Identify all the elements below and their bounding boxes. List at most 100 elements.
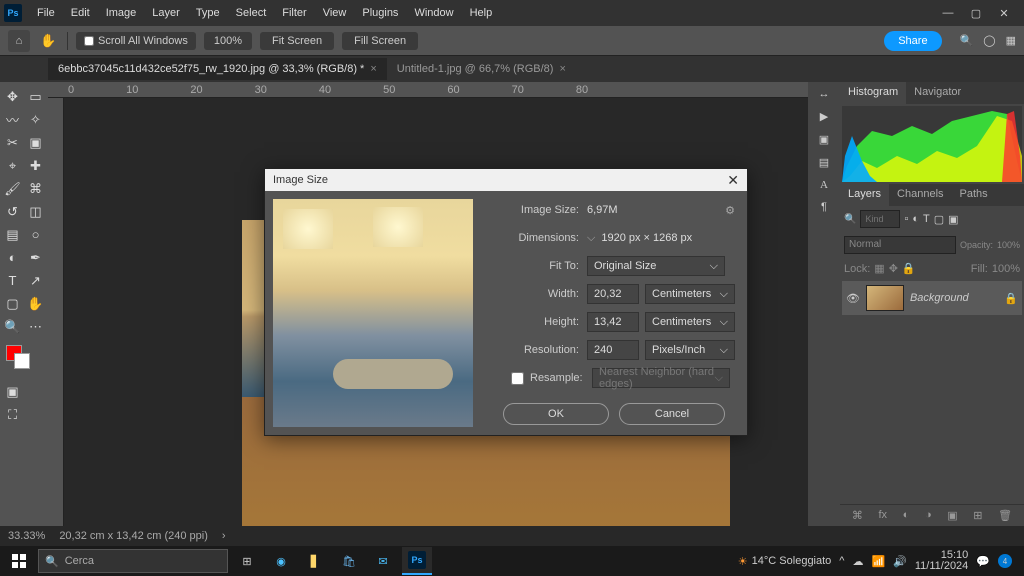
- delete-layer-icon[interactable]: 🗑: [998, 509, 1012, 522]
- menu-plugins[interactable]: Plugins: [355, 3, 405, 23]
- workspace-icon[interactable]: ▦: [1006, 34, 1016, 47]
- fit-screen-button[interactable]: Fit Screen: [260, 32, 334, 50]
- eraser-tool[interactable]: ◫: [25, 201, 46, 222]
- layer-fx-icon[interactable]: fx: [878, 509, 887, 522]
- filter-shape-icon[interactable]: ▢: [934, 213, 944, 226]
- menu-window[interactable]: Window: [407, 3, 460, 23]
- taskbar-search[interactable]: 🔍 Cerca: [38, 549, 228, 573]
- menu-help[interactable]: Help: [463, 3, 500, 23]
- menu-image[interactable]: Image: [99, 3, 144, 23]
- frame-tool[interactable]: ▣: [25, 132, 46, 153]
- close-tab-icon[interactable]: ×: [370, 63, 376, 75]
- menu-type[interactable]: Type: [189, 3, 227, 23]
- status-chevron-icon[interactable]: ›: [222, 530, 226, 542]
- opacity-value[interactable]: 100%: [997, 240, 1020, 250]
- start-button[interactable]: [4, 547, 34, 575]
- task-view-icon[interactable]: ⊞: [232, 547, 262, 575]
- crop-tool[interactable]: ✂: [2, 132, 23, 153]
- height-unit-select[interactable]: Centimeters⌵: [645, 312, 735, 332]
- tray-chevron-icon[interactable]: ^: [839, 555, 844, 567]
- blend-mode-select[interactable]: Normal: [844, 236, 956, 254]
- zoom-status[interactable]: 33.33%: [8, 530, 45, 542]
- photoshop-task-icon[interactable]: Ps: [402, 547, 432, 575]
- layer-background[interactable]: 👁 Background 🔒: [842, 281, 1022, 315]
- menu-filter[interactable]: Filter: [275, 3, 313, 23]
- lock-icon[interactable]: 🔒: [1004, 292, 1018, 305]
- lock-position-icon[interactable]: ✥: [889, 262, 898, 275]
- tab-histogram[interactable]: Histogram: [840, 82, 906, 104]
- store-icon[interactable]: 🛍: [334, 547, 364, 575]
- onedrive-icon[interactable]: ☁: [852, 555, 863, 568]
- mail-icon[interactable]: ✉: [368, 547, 398, 575]
- cancel-button[interactable]: Cancel: [619, 403, 725, 425]
- dodge-tool[interactable]: ◐: [2, 247, 23, 268]
- resample-checkbox[interactable]: [511, 372, 524, 385]
- stamp-tool[interactable]: ⌘: [25, 178, 46, 199]
- link-layers-icon[interactable]: ⌘: [852, 509, 863, 522]
- lasso-tool[interactable]: 〰: [2, 109, 23, 130]
- menu-layer[interactable]: Layer: [145, 3, 187, 23]
- tab-layers[interactable]: Layers: [840, 184, 889, 206]
- zoom-level-box[interactable]: 100%: [204, 32, 252, 50]
- visibility-icon[interactable]: 👁: [846, 292, 860, 305]
- dimensions-dropdown-icon[interactable]: ⌵: [587, 232, 595, 245]
- clock[interactable]: 15:10 11/11/2024: [915, 550, 968, 572]
- filter-type-icon[interactable]: T: [923, 213, 930, 225]
- dock-type-icon[interactable]: A: [820, 179, 828, 191]
- fill-value[interactable]: 100%: [992, 263, 1020, 275]
- heal-tool[interactable]: ✚: [25, 155, 46, 176]
- layer-thumbnail[interactable]: [866, 285, 904, 311]
- tab-navigator[interactable]: Navigator: [906, 82, 969, 104]
- search-icon[interactable]: 🔍: [960, 34, 974, 47]
- share-button[interactable]: Share: [884, 31, 941, 51]
- menu-edit[interactable]: Edit: [64, 3, 97, 23]
- menu-file[interactable]: File: [30, 3, 62, 23]
- maximize-button[interactable]: ▢: [966, 3, 986, 23]
- new-adjustment-icon[interactable]: ◑: [925, 509, 932, 522]
- add-mask-icon[interactable]: ◐: [903, 509, 910, 522]
- resolution-input[interactable]: [587, 340, 639, 360]
- dialog-titlebar[interactable]: Image Size ✕: [265, 169, 747, 191]
- edge-icon[interactable]: ◉: [266, 547, 296, 575]
- hand-tool-icon[interactable]: ✋: [38, 30, 59, 51]
- dialog-close-icon[interactable]: ✕: [727, 172, 739, 189]
- volume-icon[interactable]: 🔊: [893, 555, 907, 568]
- width-unit-select[interactable]: Centimeters⌵: [645, 284, 735, 304]
- weather-widget[interactable]: ☀ 14°C Soleggiato: [738, 555, 832, 568]
- history-brush-tool[interactable]: ↺: [2, 201, 23, 222]
- document-tab-inactive[interactable]: Untitled-1.jpg @ 66,7% (RGB/8) ×: [387, 58, 576, 80]
- notification-badge[interactable]: 4: [998, 554, 1012, 568]
- layer-name[interactable]: Background: [910, 292, 969, 304]
- brush-tool[interactable]: 🖌: [2, 178, 23, 199]
- minimize-button[interactable]: —: [938, 3, 958, 23]
- scroll-all-windows-checkbox[interactable]: Scroll All Windows: [76, 32, 196, 50]
- filter-pixel-icon[interactable]: ▫: [904, 213, 908, 225]
- screen-mode-tool[interactable]: ⛶: [2, 404, 23, 425]
- gear-icon[interactable]: ⚙︎: [725, 204, 735, 217]
- tab-channels[interactable]: Channels: [889, 184, 951, 206]
- document-tab-active[interactable]: 6ebbc37045c11d432ce52f75_rw_1920.jpg @ 3…: [48, 58, 387, 80]
- tab-paths[interactable]: Paths: [952, 184, 996, 206]
- lock-all-icon[interactable]: 🔒: [902, 262, 916, 275]
- help-icon[interactable]: ◯: [983, 34, 995, 47]
- color-swatches[interactable]: [2, 345, 46, 373]
- shape-tool[interactable]: ▢: [2, 293, 23, 314]
- zoom-tool[interactable]: 🔍: [2, 316, 23, 337]
- path-tool[interactable]: ↗: [25, 270, 46, 291]
- vertical-ruler[interactable]: [48, 98, 64, 526]
- hand-tool[interactable]: ✋: [25, 293, 46, 314]
- filter-smart-icon[interactable]: ▣: [948, 213, 958, 226]
- ok-button[interactable]: OK: [503, 403, 609, 425]
- doc-info-status[interactable]: 20,32 cm x 13,42 cm (240 ppi): [59, 530, 208, 542]
- notifications-icon[interactable]: 💬: [976, 555, 990, 568]
- blur-tool[interactable]: ○: [25, 224, 46, 245]
- quick-mask-tool[interactable]: ▣: [2, 381, 23, 402]
- edit-toolbar[interactable]: ⋯: [25, 316, 46, 337]
- horizontal-ruler[interactable]: 0 10 20 30 40 50 60 70 80: [48, 82, 808, 98]
- dock-paragraph-icon[interactable]: ¶: [821, 201, 827, 213]
- type-tool[interactable]: T: [2, 270, 23, 291]
- layer-kind-filter[interactable]: [860, 210, 900, 228]
- filter-adjust-icon[interactable]: ◐: [912, 213, 919, 225]
- gradient-tool[interactable]: ▤: [2, 224, 23, 245]
- width-input[interactable]: [587, 284, 639, 304]
